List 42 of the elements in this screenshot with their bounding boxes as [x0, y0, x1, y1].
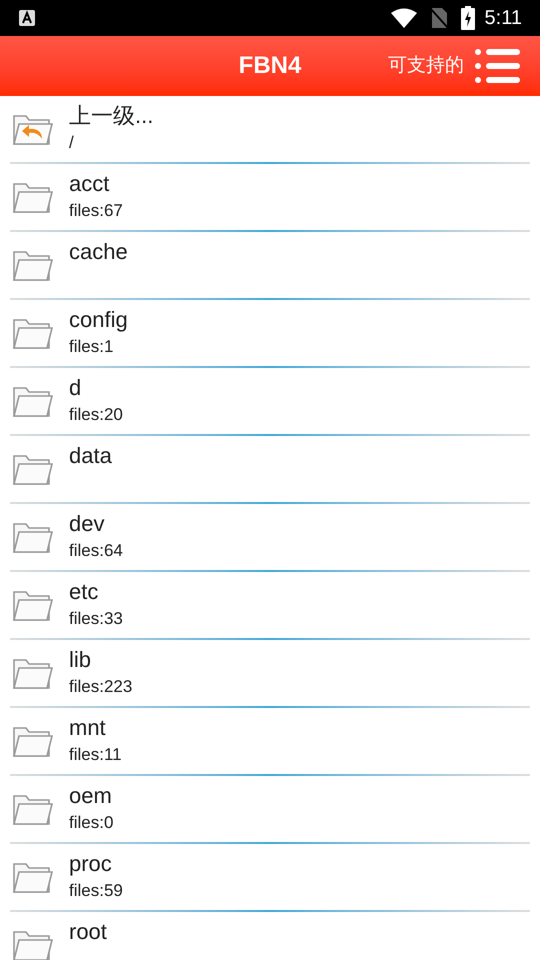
folder-detail: /: [69, 132, 75, 154]
folder-item[interactable]: config files:1: [0, 300, 540, 366]
folder-name: dev: [69, 510, 106, 538]
folder-item[interactable]: oem files:0: [0, 776, 540, 842]
folder-item[interactable]: data: [0, 436, 540, 502]
status-time: 5:11: [484, 6, 522, 31]
folder-item[interactable]: root: [0, 912, 540, 960]
folder-item[interactable]: dev files:64: [0, 504, 540, 570]
folder-detail: files:59: [69, 880, 123, 902]
folder-name: proc: [69, 850, 113, 878]
wifi-icon: [390, 8, 417, 28]
battery-icon: [460, 6, 475, 30]
menu-icon[interactable]: [474, 48, 520, 84]
folder-detail: files:20: [69, 404, 123, 426]
folder-name: 上一级...: [69, 102, 154, 130]
folder-item[interactable]: lib files:223: [0, 640, 540, 706]
folder-item[interactable]: proc files:59: [0, 844, 540, 910]
folder-name: mnt: [69, 714, 107, 742]
folder-detail: files:11: [69, 744, 122, 766]
folder-name: config: [69, 306, 128, 334]
folder-item[interactable]: acct files:67: [0, 164, 540, 230]
folder-name: lib: [69, 646, 92, 674]
folder-detail: files:0: [69, 812, 114, 834]
folder-detail: files:64: [69, 540, 123, 562]
folder-item[interactable]: mnt files:11: [0, 708, 540, 774]
folder-detail: files:67: [69, 200, 123, 222]
folder-item[interactable]: cache: [0, 232, 540, 298]
folder-name: etc: [69, 578, 100, 606]
folder-name: oem: [69, 782, 113, 810]
folder-name: acct: [69, 170, 110, 198]
folder-detail: files:1: [69, 336, 114, 358]
folder-name: root: [69, 918, 107, 946]
folder-item[interactable]: d files:20: [0, 368, 540, 434]
notification-icon: [18, 9, 36, 27]
folder-name: d: [69, 374, 82, 402]
folder-name: cache: [69, 238, 128, 266]
folder-item[interactable]: etc files:33: [0, 572, 540, 638]
app-title: FBN4: [238, 51, 302, 81]
parent-folder-item[interactable]: 上一级... /: [0, 96, 540, 162]
folder-detail: files:33: [69, 608, 123, 630]
folder-name: data: [69, 442, 112, 470]
folder-detail: files:223: [69, 676, 132, 698]
